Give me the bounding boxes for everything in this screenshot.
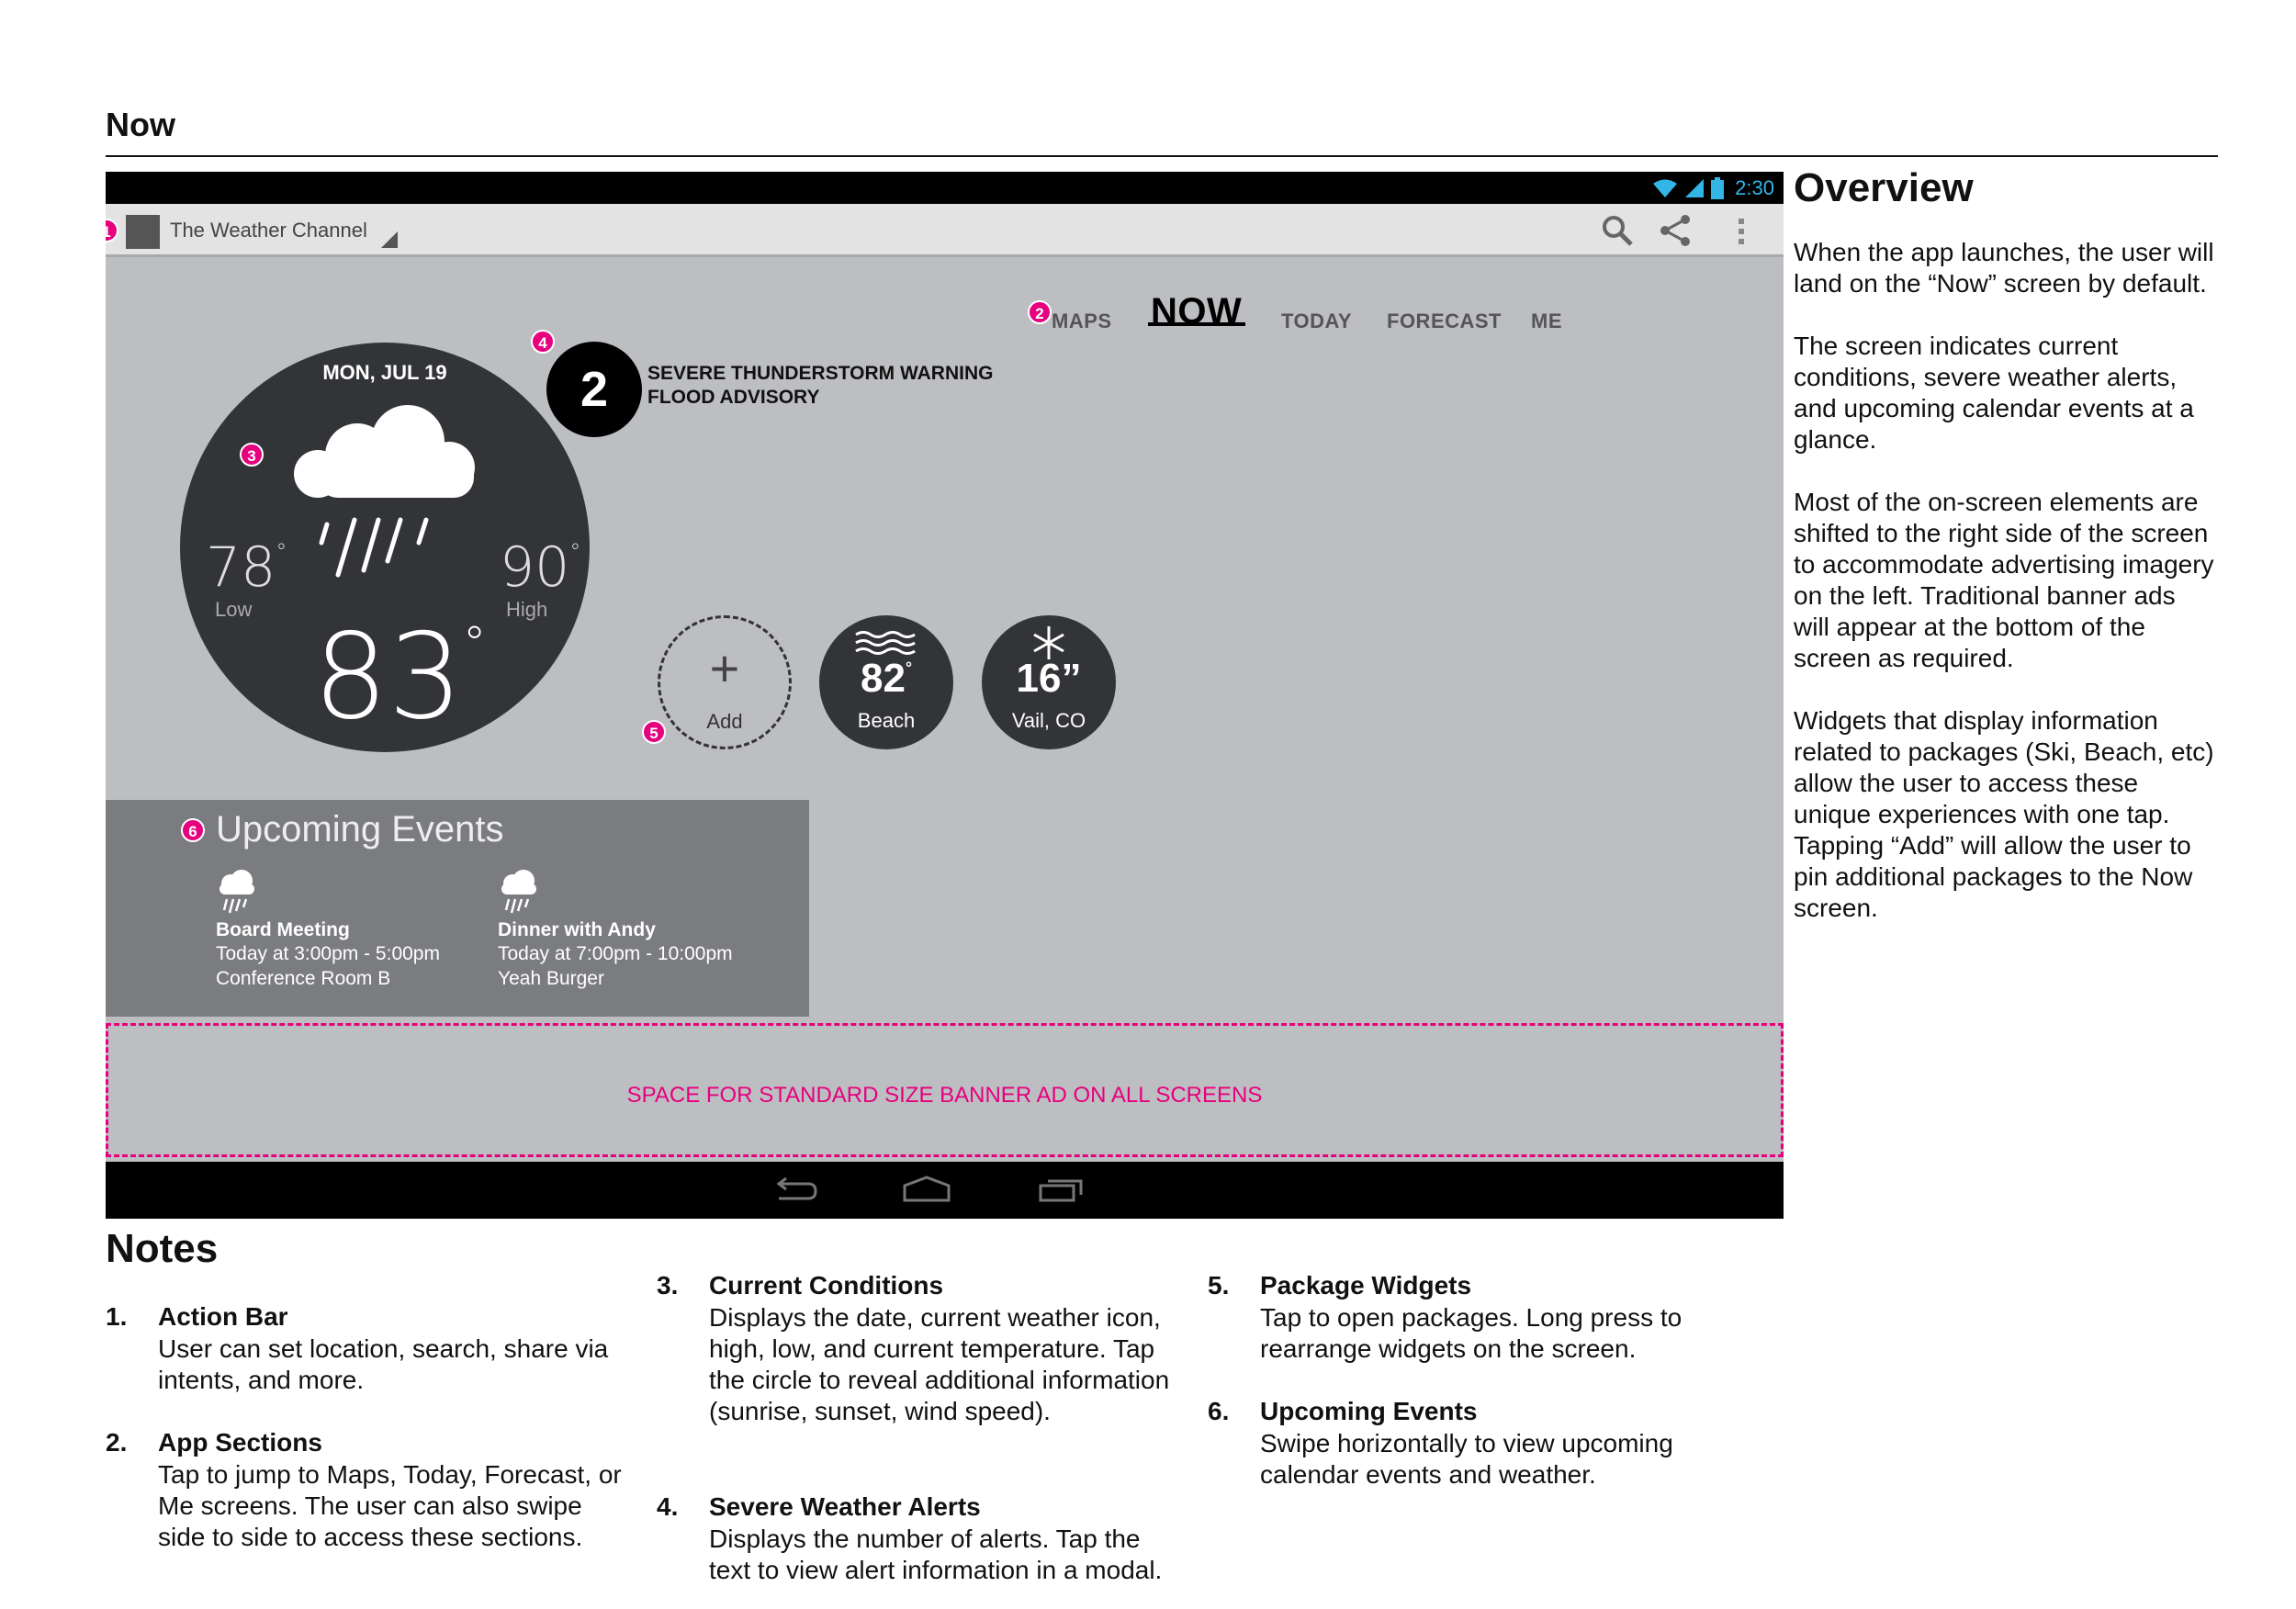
notes-title: Notes xyxy=(106,1226,219,1271)
banner-ad-label: SPACE FOR STANDARD SIZE BANNER AD ON ALL… xyxy=(626,1083,1263,1108)
note-body: Swipe horizontally to view upcoming cale… xyxy=(1260,1429,1673,1489)
dropdown-caret-icon[interactable] xyxy=(381,231,398,248)
search-icon[interactable] xyxy=(1598,211,1637,250)
low-temperature: 78° xyxy=(206,535,287,600)
event-name: Board Meeting xyxy=(216,919,350,940)
event-time: Today at 3:00pm - 5:00pm xyxy=(216,943,440,964)
events-title: Upcoming Events xyxy=(216,809,504,850)
note-title: Severe Weather Alerts xyxy=(709,1492,981,1521)
current-date: MON, JUL 19 xyxy=(322,361,447,384)
note-number: 3. xyxy=(657,1271,679,1300)
note-title: Action Bar xyxy=(158,1302,288,1331)
ski-location: Vail, CO xyxy=(1011,709,1086,732)
alert-count-badge[interactable]: 2 xyxy=(546,342,642,437)
share-icon[interactable] xyxy=(1656,211,1694,250)
status-time: 2:30 xyxy=(1735,175,1774,199)
back-icon[interactable] xyxy=(773,1176,819,1204)
battery-icon xyxy=(1711,176,1725,199)
note-body: Displays the number of alerts. Tap the t… xyxy=(709,1525,1163,1584)
beach-temperature: 82° xyxy=(861,656,912,701)
event-card[interactable]: Board Meeting Today at 3:00pm - 5:00pm C… xyxy=(216,869,491,991)
cloud-rain-icon xyxy=(219,870,254,914)
overview-paragraph: When the app launches, the user will lan… xyxy=(1794,238,2214,298)
annotation-marker: 4 xyxy=(531,330,555,354)
overflow-menu-icon[interactable] xyxy=(1722,211,1761,250)
upcoming-events-panel[interactable]: Upcoming Events Board Meeting Today at 3… xyxy=(106,800,809,1017)
plus-icon: + xyxy=(709,639,740,697)
annotation-marker: 6 xyxy=(181,818,205,842)
overview-panel: Overview When the app launches, the user… xyxy=(1794,165,2216,955)
title-divider xyxy=(106,155,2218,157)
tab-now[interactable]: NOW xyxy=(1151,291,1242,332)
note-number: 1. xyxy=(106,1302,128,1331)
ski-snowfall: 16” xyxy=(1016,656,1082,701)
note-title: Current Conditions xyxy=(709,1271,944,1300)
location-selector-label[interactable]: The Weather Channel xyxy=(170,219,367,242)
status-bar: 2:30 xyxy=(106,172,1784,204)
note-title: Package Widgets xyxy=(1260,1271,1472,1300)
banner-ad-placeholder: SPACE FOR STANDARD SIZE BANNER AD ON ALL… xyxy=(106,1023,1784,1157)
overview-paragraph: The screen indicates current conditions,… xyxy=(1794,332,2194,454)
section-tabs: MAPS NOW TODAY FORECAST ME xyxy=(106,282,1784,337)
add-package-button[interactable]: + Add xyxy=(658,615,792,749)
event-name: Dinner with Andy xyxy=(498,919,656,940)
overview-paragraph: Widgets that display information related… xyxy=(1794,706,2214,922)
event-location: Yeah Burger xyxy=(498,968,604,989)
recent-apps-icon[interactable] xyxy=(1037,1176,1085,1204)
event-time: Today at 7:00pm - 10:00pm xyxy=(498,943,733,964)
low-label: Low xyxy=(215,598,253,621)
tab-maps[interactable]: MAPS xyxy=(1052,309,1112,333)
note-number: 2. xyxy=(106,1428,128,1457)
beach-label: Beach xyxy=(857,709,916,732)
add-label: Add xyxy=(706,710,743,733)
high-temperature: 90° xyxy=(500,535,581,600)
event-card[interactable]: Dinner with Andy Today at 7:00pm - 10:00… xyxy=(498,869,773,991)
system-nav-bar xyxy=(106,1162,1784,1219)
home-icon[interactable] xyxy=(901,1175,952,1204)
tab-forecast[interactable]: FORECAST xyxy=(1387,309,1502,333)
page-title: Now xyxy=(106,106,175,143)
overview-title: Overview xyxy=(1794,165,1974,210)
annotation-marker: 2 xyxy=(1028,300,1052,324)
tablet-screen: 2:30 The Weather Channel MAPS NOW TODAY … xyxy=(106,172,1784,1219)
cloud-rain-icon xyxy=(501,870,536,914)
note-title: Upcoming Events xyxy=(1260,1397,1478,1425)
wifi-icon xyxy=(1653,179,1678,197)
overview-paragraph: Most of the on-screen elements are shift… xyxy=(1794,488,2214,672)
tab-today[interactable]: TODAY xyxy=(1281,309,1352,333)
note-body: Tap to jump to Maps, Today, Forecast, or… xyxy=(158,1460,622,1551)
note-number: 6. xyxy=(1208,1397,1230,1425)
note-body: User can set location, search, share via… xyxy=(158,1334,609,1394)
beach-package-widget[interactable]: 82° Beach xyxy=(819,615,953,749)
action-bar: The Weather Channel xyxy=(106,204,1784,257)
signal-icon xyxy=(1685,178,1705,197)
alert-item[interactable]: SEVERE THUNDERSTORM WARNING xyxy=(647,362,993,386)
cloud-rain-icon xyxy=(294,405,475,578)
event-location: Conference Room B xyxy=(216,968,391,989)
active-tab-indicator xyxy=(1148,322,1245,326)
tab-me[interactable]: ME xyxy=(1531,309,1562,333)
note-title: App Sections xyxy=(158,1428,322,1457)
alert-item[interactable]: FLOOD ADVISORY xyxy=(647,386,993,410)
annotation-marker: 3 xyxy=(240,443,264,467)
current-temperature: 83° xyxy=(313,609,487,746)
current-conditions-circle[interactable]: MON, JUL 19 78° Low 90° High 83° xyxy=(180,343,590,752)
alert-list[interactable]: SEVERE THUNDERSTORM WARNING FLOOD ADVISO… xyxy=(647,362,993,410)
waves-icon xyxy=(855,631,916,655)
note-body: Displays the date, current weather icon,… xyxy=(709,1303,1170,1425)
note-body: Tap to open packages. Long press to rear… xyxy=(1260,1303,1683,1363)
app-logo[interactable] xyxy=(126,215,160,249)
note-number: 5. xyxy=(1208,1271,1230,1300)
note-number: 4. xyxy=(657,1492,679,1521)
ski-package-widget[interactable]: 16” Vail, CO xyxy=(982,615,1116,749)
high-label: High xyxy=(506,598,548,621)
annotation-marker: 5 xyxy=(642,720,666,744)
